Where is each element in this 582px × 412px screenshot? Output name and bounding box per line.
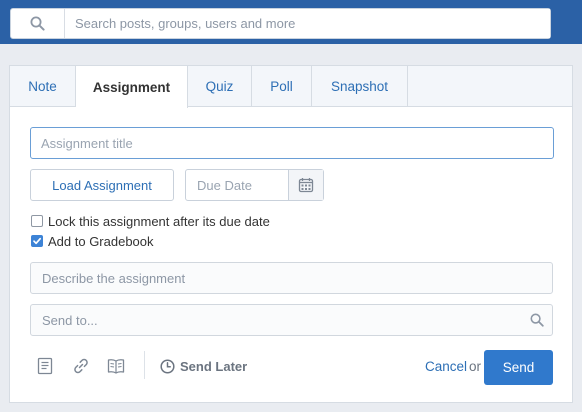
lock-checkbox[interactable] <box>31 215 43 227</box>
send-later-button[interactable]: Send Later <box>160 357 247 375</box>
tab-note[interactable]: Note <box>10 66 76 107</box>
send-button[interactable]: Send <box>484 350 553 385</box>
calendar-icon[interactable] <box>288 170 323 200</box>
link-icon[interactable] <box>71 356 91 376</box>
global-search[interactable] <box>10 8 551 39</box>
describe-assignment-input[interactable] <box>30 262 553 294</box>
note-icon[interactable] <box>35 356 55 376</box>
due-date-field[interactable] <box>185 169 324 201</box>
send-to-input[interactable] <box>31 305 522 335</box>
tab-poll[interactable]: Poll <box>252 66 312 107</box>
search-icon[interactable] <box>11 9 65 38</box>
toolbar-divider <box>144 351 145 379</box>
assignment-title-input[interactable] <box>30 127 554 159</box>
load-assignment-button[interactable]: Load Assignment <box>30 169 174 201</box>
lock-after-due-option[interactable]: Lock this assignment after its due date <box>31 213 270 229</box>
send-to-field[interactable] <box>30 304 553 336</box>
or-text: or <box>469 359 482 374</box>
send-to-search-icon <box>522 313 552 327</box>
due-date-input[interactable] <box>186 170 288 200</box>
tab-quiz[interactable]: Quiz <box>188 66 252 107</box>
gradebook-label: Add to Gradebook <box>48 233 154 249</box>
gradebook-checkbox[interactable] <box>31 235 43 247</box>
lock-label: Lock this assignment after its due date <box>48 213 270 229</box>
top-bar <box>0 0 582 44</box>
tab-snapshot[interactable]: Snapshot <box>312 66 408 107</box>
cancel-link[interactable]: Cancel <box>425 359 467 374</box>
send-later-label: Send Later <box>180 358 248 374</box>
clock-icon <box>160 358 175 374</box>
library-icon[interactable] <box>106 356 126 376</box>
composer-tabs: Note Assignment Quiz Poll Snapshot <box>10 66 572 108</box>
post-composer: Note Assignment Quiz Poll Snapshot Load … <box>9 65 573 403</box>
add-to-gradebook-option[interactable]: Add to Gradebook <box>31 233 154 249</box>
tab-assignment[interactable]: Assignment <box>76 66 188 108</box>
search-input[interactable] <box>65 9 550 38</box>
